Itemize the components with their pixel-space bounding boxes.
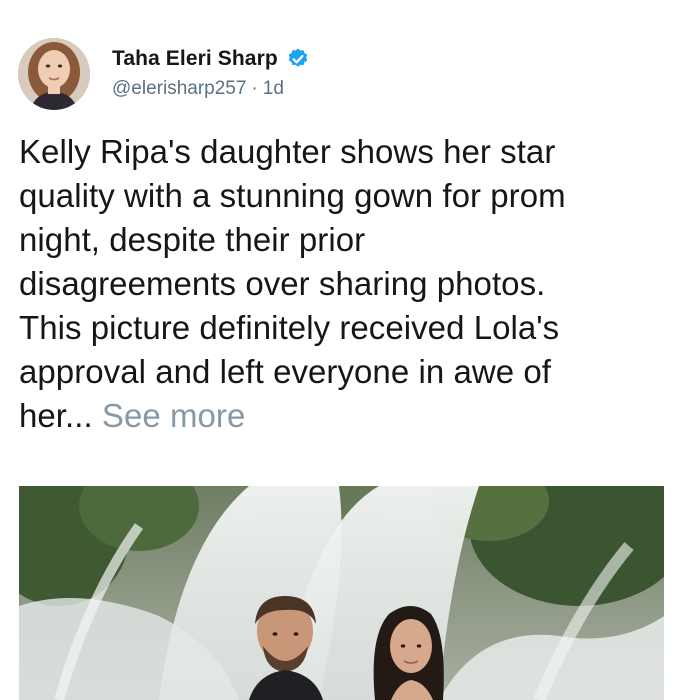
user-handle[interactable]: @elerisharp257 bbox=[112, 78, 246, 100]
avatar[interactable] bbox=[18, 38, 90, 110]
timestamp[interactable]: 1d bbox=[263, 78, 284, 100]
separator-dot: · bbox=[251, 78, 258, 99]
avatar-photo bbox=[18, 38, 90, 110]
post-header: Taha Eleri Sharp @elerisharp257 · 1d bbox=[18, 38, 310, 110]
handle-row: @elerisharp257 · 1d bbox=[112, 78, 310, 100]
social-post: Taha Eleri Sharp @elerisharp257 · 1d Kel… bbox=[0, 0, 700, 700]
see-more-link[interactable]: See more bbox=[102, 397, 245, 434]
post-text: Kelly Ripa's daughter shows her star qua… bbox=[19, 130, 691, 438]
user-meta: Taha Eleri Sharp @elerisharp257 · 1d bbox=[112, 44, 310, 100]
name-row: Taha Eleri Sharp bbox=[112, 44, 310, 74]
prom-photo bbox=[19, 486, 664, 700]
post-body: Kelly Ripa's daughter shows her star qua… bbox=[19, 133, 566, 434]
verified-badge-icon bbox=[286, 47, 310, 71]
post-image[interactable] bbox=[19, 486, 664, 700]
display-name[interactable]: Taha Eleri Sharp bbox=[112, 47, 278, 71]
